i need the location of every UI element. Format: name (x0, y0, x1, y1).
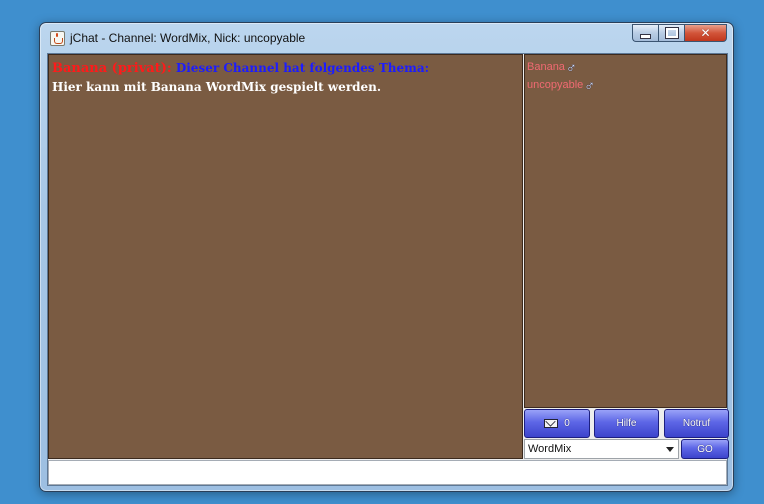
dropdown-arrow-icon[interactable] (666, 447, 674, 452)
window-title: jChat - Channel: WordMix, Nick: uncopyab… (70, 31, 306, 45)
channel-select[interactable]: WordMix (524, 439, 679, 459)
message-topic-intro: Dieser Channel hat folgendes Thema: (175, 61, 430, 75)
user-list-item[interactable]: uncopyable ♂ (527, 76, 724, 94)
user-name: uncopyable (527, 79, 584, 91)
user-list-item[interactable]: Banana ♂ (527, 58, 724, 76)
minimize-icon (640, 33, 651, 39)
maximize-button[interactable] (658, 24, 684, 42)
close-button[interactable]: ✕ (684, 24, 727, 42)
user-name: Banana (527, 61, 565, 73)
chat-message: Banana (privat): Dieser Channel hat folg… (52, 61, 519, 76)
title-bar[interactable]: jChat - Channel: WordMix, Nick: uncopyab… (40, 23, 733, 53)
mail-count: 0 (564, 418, 570, 429)
message-topic-text: Hier kann mit Banana WordMix gespielt we… (52, 80, 382, 94)
close-icon: ✕ (700, 26, 711, 40)
maximize-icon (664, 27, 679, 39)
chat-messages-area[interactable]: Banana (privat): Dieser Channel hat folg… (48, 54, 523, 459)
channel-select-value: WordMix (528, 443, 572, 455)
message-sender: Banana (privat): (52, 61, 172, 76)
action-buttons: 0 Hilfe Notruf (524, 409, 729, 438)
user-list[interactable]: Banana ♂ uncopyable ♂ (524, 54, 727, 408)
envelope-icon (544, 419, 559, 428)
caption-buttons: ✕ (632, 24, 727, 42)
male-symbol-icon: ♂ (584, 77, 595, 93)
message-input[interactable] (48, 460, 727, 485)
java-app-icon[interactable] (50, 31, 65, 46)
male-symbol-icon: ♂ (565, 59, 577, 75)
help-button[interactable]: Hilfe (594, 409, 659, 438)
mail-button[interactable]: 0 (524, 409, 590, 438)
client-area: Banana (privat): Dieser Channel hat folg… (47, 53, 729, 486)
emergency-button[interactable]: Notruf (664, 409, 729, 438)
go-button[interactable]: GO (681, 439, 729, 459)
chat-window: jChat - Channel: WordMix, Nick: uncopyab… (39, 22, 734, 492)
minimize-button[interactable] (632, 24, 658, 42)
